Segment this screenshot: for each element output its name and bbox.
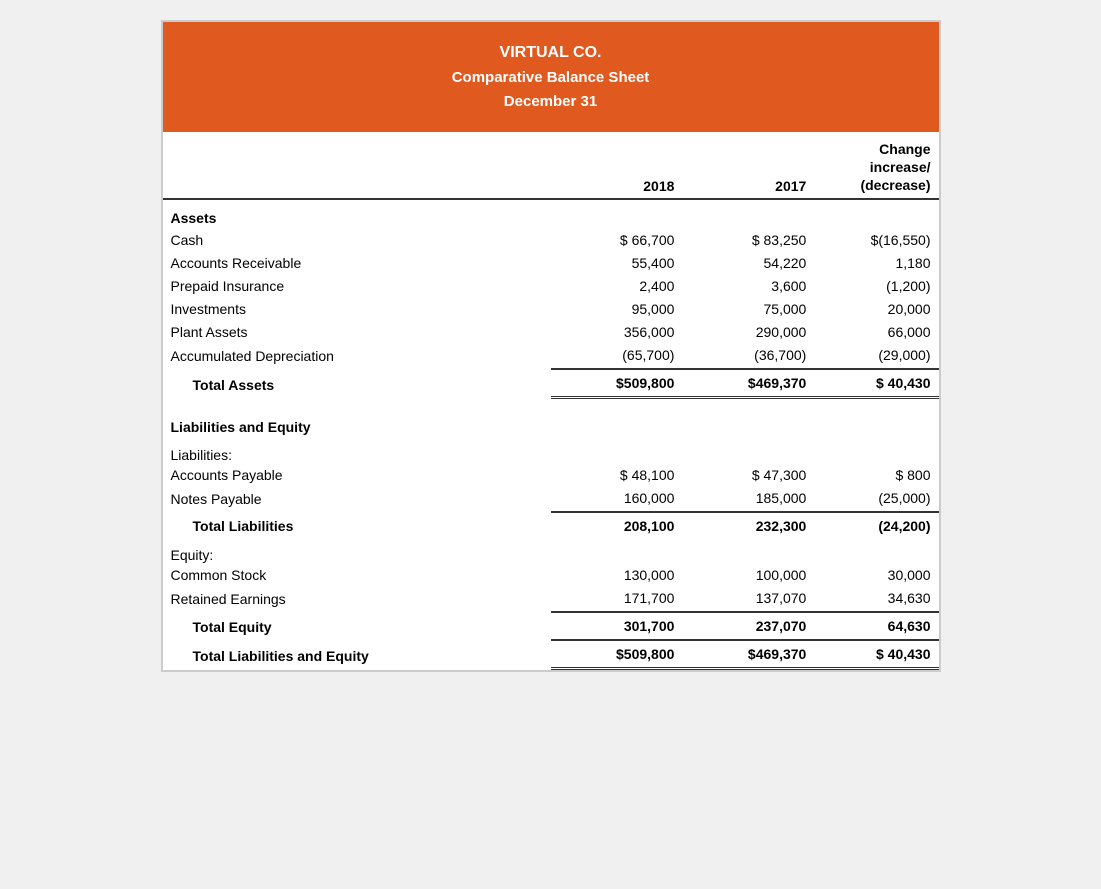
total-assets-label: Total Assets (163, 369, 551, 398)
table-row: Cash $ 66,700 $ 83,250 $(16,550) (163, 230, 939, 253)
row-2018: 171,700 (551, 588, 683, 612)
row-label: Accounts Payable (163, 465, 551, 488)
row-2018: 55,400 (551, 253, 683, 276)
row-2018: 160,000 (551, 488, 683, 512)
row-label: Cash (163, 230, 551, 253)
liabilities-equity-label: Liabilities and Equity (163, 409, 551, 439)
total-liabilities-equity-2018: $509,800 (551, 640, 683, 669)
total-liabilities-equity-row: Total Liabilities and Equity $509,800 $4… (163, 640, 939, 669)
table-row: Common Stock 130,000 100,000 30,000 (163, 565, 939, 588)
row-label: Investments (163, 299, 551, 322)
company-name: VIRTUAL CO. (173, 40, 929, 66)
row-2018: $ 48,100 (551, 465, 683, 488)
row-label: Retained Earnings (163, 588, 551, 612)
row-2017: $ 83,250 (682, 230, 814, 253)
equity-subheader: Equity: (163, 539, 939, 565)
total-equity-2017: 237,070 (682, 612, 814, 640)
total-liabilities-2017: 232,300 (682, 512, 814, 539)
row-change: $(16,550) (814, 230, 938, 253)
total-liabilities-equity-2017: $469,370 (682, 640, 814, 669)
row-label: Common Stock (163, 565, 551, 588)
total-liabilities-equity-label: Total Liabilities and Equity (163, 640, 551, 669)
report-title: Comparative Balance Sheet (173, 66, 929, 90)
report-date: December 31 (173, 90, 929, 114)
total-liabilities-2018: 208,100 (551, 512, 683, 539)
row-change: 30,000 (814, 565, 938, 588)
row-label: Plant Assets (163, 322, 551, 345)
liabilities-subheader: Liabilities: (163, 439, 939, 465)
row-2018: 130,000 (551, 565, 683, 588)
total-assets-2017: $469,370 (682, 369, 814, 398)
total-liabilities-row: Total Liabilities 208,100 232,300 (24,20… (163, 512, 939, 539)
total-equity-2018: 301,700 (551, 612, 683, 640)
row-2017: $ 47,300 (682, 465, 814, 488)
row-label: Prepaid Insurance (163, 276, 551, 299)
row-2017: 54,220 (682, 253, 814, 276)
assets-label: Assets (163, 199, 551, 230)
total-liabilities-label: Total Liabilities (163, 512, 551, 539)
row-2017: 185,000 (682, 488, 814, 512)
col-header-2017: 2017 (682, 132, 814, 200)
row-change: 20,000 (814, 299, 938, 322)
row-2018: 95,000 (551, 299, 683, 322)
liabilities-label: Liabilities: (163, 439, 551, 465)
row-change: (25,000) (814, 488, 938, 512)
table-row: Plant Assets 356,000 290,000 66,000 (163, 322, 939, 345)
table-row: Accumulated Depreciation (65,700) (36,70… (163, 345, 939, 369)
total-liabilities-change: (24,200) (814, 512, 938, 539)
table-row: Investments 95,000 75,000 20,000 (163, 299, 939, 322)
row-label: Notes Payable (163, 488, 551, 512)
row-2018: 2,400 (551, 276, 683, 299)
total-liabilities-equity-change: $ 40,430 (814, 640, 938, 669)
assets-section-header: Assets (163, 199, 939, 230)
liabilities-equity-header: Liabilities and Equity (163, 409, 939, 439)
total-assets-2018: $509,800 (551, 369, 683, 398)
spacer-row (163, 398, 939, 410)
equity-label: Equity: (163, 539, 551, 565)
table-row: Retained Earnings 171,700 137,070 34,630 (163, 588, 939, 612)
total-assets-change: $ 40,430 (814, 369, 938, 398)
row-change: (29,000) (814, 345, 938, 369)
total-assets-row: Total Assets $509,800 $469,370 $ 40,430 (163, 369, 939, 398)
row-2018: (65,700) (551, 345, 683, 369)
row-2018: $ 66,700 (551, 230, 683, 253)
balance-sheet-container: VIRTUAL CO. Comparative Balance Sheet De… (161, 20, 941, 672)
row-2017: 290,000 (682, 322, 814, 345)
row-2017: 100,000 (682, 565, 814, 588)
table-header: VIRTUAL CO. Comparative Balance Sheet De… (163, 22, 939, 132)
row-2018: 356,000 (551, 322, 683, 345)
col-header-change: Change increase/ (decrease) (814, 132, 938, 200)
row-2017: (36,700) (682, 345, 814, 369)
table-row: Accounts Receivable 55,400 54,220 1,180 (163, 253, 939, 276)
total-equity-label: Total Equity (163, 612, 551, 640)
row-2017: 137,070 (682, 588, 814, 612)
table-row: Notes Payable 160,000 185,000 (25,000) (163, 488, 939, 512)
col-header-label (163, 132, 551, 200)
col-header-2018: 2018 (551, 132, 683, 200)
table-row: Accounts Payable $ 48,100 $ 47,300 $ 800 (163, 465, 939, 488)
table-row: Prepaid Insurance 2,400 3,600 (1,200) (163, 276, 939, 299)
row-change: (1,200) (814, 276, 938, 299)
row-change: 1,180 (814, 253, 938, 276)
row-change: 34,630 (814, 588, 938, 612)
row-label: Accumulated Depreciation (163, 345, 551, 369)
row-2017: 3,600 (682, 276, 814, 299)
row-2017: 75,000 (682, 299, 814, 322)
row-change: 66,000 (814, 322, 938, 345)
total-equity-change: 64,630 (814, 612, 938, 640)
row-label: Accounts Receivable (163, 253, 551, 276)
row-change: $ 800 (814, 465, 938, 488)
total-equity-row: Total Equity 301,700 237,070 64,630 (163, 612, 939, 640)
